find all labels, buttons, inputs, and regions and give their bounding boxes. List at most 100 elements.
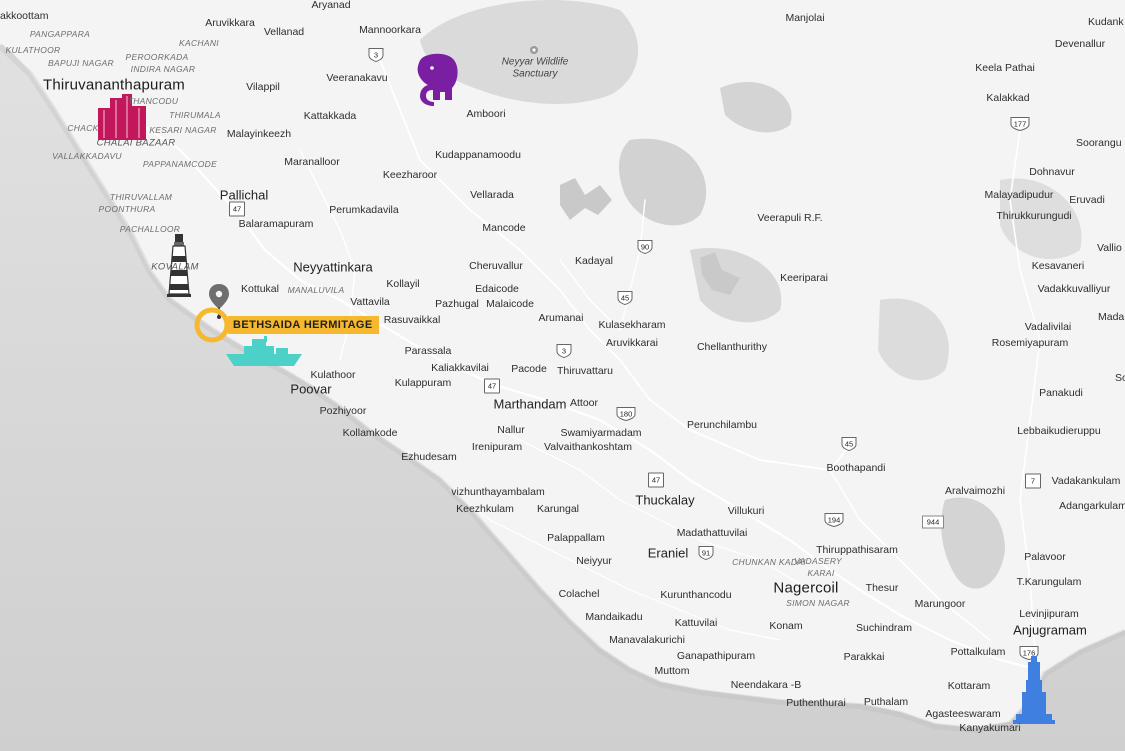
place-label: Aruvikkarai (606, 336, 658, 349)
place-label: Cheruvallur (469, 259, 523, 272)
elephant-icon (412, 52, 460, 111)
place-label: Agasteeswaram (925, 707, 1001, 720)
place-label: Perumkadavila (329, 203, 399, 216)
place-label: Soorangu (1076, 136, 1122, 149)
place-label: Irenipuram (471, 440, 523, 453)
road-shield: 47 (229, 201, 245, 217)
place-label: Kurunthancodu (660, 588, 732, 601)
place-label: Kollamkode (342, 426, 398, 439)
place-label: Vellanad (263, 25, 305, 38)
place-label: Veerapuli R.F. (757, 211, 823, 224)
place-label: Swamiyarmadam (560, 426, 642, 439)
place-label: Eruvadi (1069, 193, 1105, 206)
boat-icon (224, 334, 304, 373)
place-label: Lebbaikudieruppu (1017, 424, 1101, 437)
place-label: Kudank (1088, 15, 1124, 28)
place-label: Vilappil (246, 80, 280, 93)
place-label: Amboori (466, 107, 506, 120)
place-label: Kottaram (947, 679, 991, 692)
place-label: Neyyattinkara (293, 259, 373, 275)
hermitage-label[interactable]: BETHSAIDA HERMITAGE (228, 316, 379, 334)
road-shield: 944 (922, 515, 944, 529)
place-label: Aryanad (311, 0, 351, 11)
area-label: VADASERY (794, 555, 842, 566)
place-label: Neendakara -B (730, 678, 802, 691)
place-label: Rosemiyapuram (991, 336, 1069, 349)
map-canvas[interactable]: 3 47 90 45 3 47 180 45 47 91 194 944 7 1… (0, 0, 1125, 751)
place-label: Madathattuvilai (676, 526, 748, 539)
area-label: PEROORKADA (125, 51, 189, 62)
place-label: Manjolai (785, 11, 825, 24)
area-label: POONTHURA (98, 203, 156, 214)
place-label: Muttom (654, 664, 690, 677)
place-label: Manavalakurichi (609, 633, 685, 646)
place-label: Kottukal (241, 282, 279, 295)
area-label: INDIRA NAGAR (130, 63, 196, 74)
place-label: Pallichal (219, 187, 269, 203)
place-label: Thiruvattaru (556, 364, 614, 377)
place-label: Levinjipuram (1019, 607, 1079, 620)
place-label: Pottalkulam (950, 645, 1006, 658)
place-label: Vellarada (470, 188, 514, 201)
place-label: Kesavaneri (1031, 259, 1085, 272)
area-label: PACHALLOOR (119, 223, 181, 234)
road-shield: 180 (616, 407, 636, 422)
place-label: Keela Pathai (975, 61, 1035, 74)
road-shield: 47 (648, 472, 664, 488)
place-label: Kollayil (386, 277, 420, 290)
road-shield: 91 (697, 546, 715, 561)
place-label: Kaliakkavilai (431, 361, 489, 374)
place-label: Thesur (865, 581, 899, 594)
place-label: Villukuri (727, 504, 765, 517)
area-label: THIRUVALLAM (109, 191, 173, 202)
road-shield: 45 (840, 437, 858, 452)
road-shield: 3 (555, 344, 573, 359)
place-label: Neiyyur (576, 554, 612, 567)
place-label: Ezhudesam (401, 450, 457, 463)
place-label: Pazhugal (435, 297, 479, 310)
area-label: PANGAPPARA (29, 28, 91, 39)
place-label: Edaicode (475, 282, 519, 295)
place-label: Anjugramam (1013, 622, 1087, 638)
place-label: Kulappuram (394, 376, 452, 389)
place-label: Kattuvilai (674, 616, 718, 629)
place-label: Devenallur (1054, 37, 1106, 50)
area-label: CHACK (67, 122, 99, 133)
place-label: Veeranakavu (326, 71, 388, 84)
city-label: Thiruvananthapuram (42, 76, 186, 94)
place-label: Mannoorkara (359, 23, 421, 36)
road-shield: 45 (616, 291, 634, 306)
place-label: Kalakkad (986, 91, 1030, 104)
area-label: SIMON NAGAR (786, 597, 850, 608)
place-label: Mandaikadu (585, 610, 643, 623)
place-label: Keezharoor (382, 168, 438, 181)
place-label: Karungal (536, 502, 580, 515)
place-label: Malaicode (486, 297, 534, 310)
road-shield: 7 (1025, 473, 1041, 489)
area-label: BAPUJI NAGAR (48, 57, 114, 68)
area-label: KOVALAM (151, 261, 199, 273)
place-label: T.Karungulam (1016, 575, 1082, 588)
place-label: Thiruppathisaram (816, 543, 898, 556)
park-icon (529, 42, 539, 54)
place-label: Vadakkuvalliyur (1037, 282, 1111, 295)
place-label: Marthandam (493, 396, 567, 412)
place-label: Aralvaimozhi (944, 484, 1006, 497)
place-label: Colachel (558, 587, 600, 600)
area-label: VALLAKKADAVU (52, 150, 122, 161)
place-label: Thuckalay (635, 492, 695, 508)
place-label: Kattakkada (303, 109, 357, 122)
park-label: Neyyar Wildlife Sanctuary (501, 56, 569, 80)
place-label: Konam (769, 619, 803, 632)
place-label: So (1115, 371, 1125, 384)
place-label: Ganapathipuram (676, 649, 756, 662)
place-label: vizhunthayambalam (451, 485, 545, 498)
place-label: Palavoor (1024, 550, 1066, 563)
place-label: Mancode (482, 221, 526, 234)
place-label: Kanyakumari (959, 721, 1021, 734)
place-label: Eraniel (647, 545, 689, 561)
place-label: Mada (1098, 310, 1125, 323)
road-shield: 90 (636, 240, 654, 255)
place-label: Kulasekharam (598, 318, 666, 331)
place-label: Vallio (1097, 241, 1122, 254)
